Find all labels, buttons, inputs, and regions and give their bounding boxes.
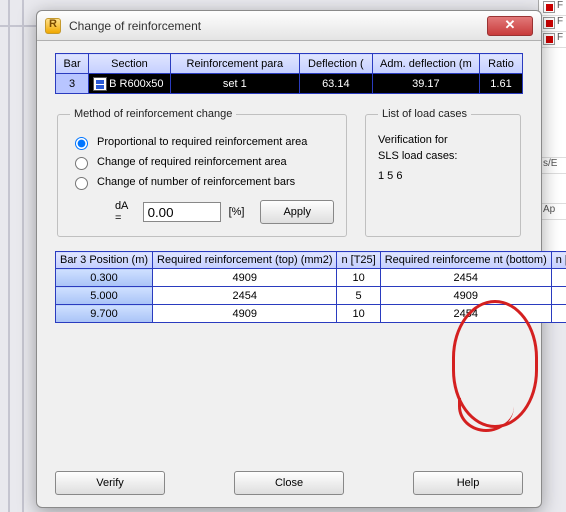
col-pos[interactable]: Bar 3 Position (m) <box>56 252 153 269</box>
table-row[interactable]: 5.000 2454 5 4909 10 2.89 40.375 <box>56 287 566 305</box>
table-row[interactable]: 3 B R600x50 set 1 63.14 39.17 1.61 <box>56 74 523 94</box>
table-header-row: Bar Section Reinforcement para Deflectio… <box>56 54 523 74</box>
table-header-row: Bar 3 Position (m) Required reinforcemen… <box>56 252 566 269</box>
cell-adm-deflection[interactable]: 39.17 <box>372 74 479 94</box>
col-adm-deflection[interactable]: Adm. deflection (m <box>372 54 479 74</box>
detail-table: Bar 3 Position (m) Required reinforcemen… <box>55 251 566 323</box>
dialog-change-of-reinforcement: Change of reinforcement ✕ Bar Section Re… <box>36 10 542 508</box>
table-row[interactable]: 9.700 4909 10 2454 5 2.89 40.113 <box>56 305 566 323</box>
col-nt1[interactable]: n [T25] <box>337 252 380 269</box>
radio-change-area[interactable]: Change of required reinforcement area <box>70 154 334 170</box>
col-reinf-param[interactable]: Reinforcement para <box>170 54 299 74</box>
radio-change-bars[interactable]: Change of number of reinforcement bars <box>70 174 334 190</box>
method-legend: Method of reinforcement change <box>70 108 236 120</box>
load-line1: Verification for <box>378 134 508 146</box>
cell-ratio[interactable]: 1.61 <box>479 74 522 94</box>
load-line2: SLS load cases: <box>378 150 508 162</box>
col-rbot[interactable]: Required reinforceme nt (bottom) <box>380 252 551 269</box>
close-button[interactable]: Close <box>234 471 344 495</box>
dialog-button-row: Verify Close Help <box>55 465 523 495</box>
calc-icon <box>93 77 107 91</box>
col-rtop[interactable]: Required reinforcement (top) (mm2) <box>153 252 337 269</box>
verify-button[interactable]: Verify <box>55 471 165 495</box>
apply-button[interactable]: Apply <box>260 200 334 224</box>
window-close-button[interactable]: ✕ <box>487 16 533 36</box>
col-nt2[interactable]: n [T25] <box>551 252 566 269</box>
window-title: Change of reinforcement <box>69 19 479 33</box>
method-group: Method of reinforcement change Proportio… <box>57 108 347 237</box>
titlebar[interactable]: Change of reinforcement ✕ <box>37 11 541 41</box>
app-icon <box>45 18 61 34</box>
cell-section[interactable]: B R600x50 <box>89 74 171 94</box>
load-cases-group: List of load cases Verification for SLS … <box>365 108 521 237</box>
col-bar[interactable]: Bar <box>56 54 89 74</box>
col-deflection[interactable]: Deflection ( <box>299 54 372 74</box>
load-values: 1 5 6 <box>378 170 508 182</box>
col-section[interactable]: Section <box>89 54 171 74</box>
radio-proportional[interactable]: Proportional to required reinforcement a… <box>70 134 334 150</box>
cell-bar[interactable]: 3 <box>56 74 89 94</box>
da-input[interactable] <box>143 202 221 222</box>
radio-proportional-input[interactable] <box>75 137 88 150</box>
da-unit: [%] <box>229 206 245 218</box>
da-label: dA = <box>115 200 135 224</box>
summary-table: Bar Section Reinforcement para Deflectio… <box>55 53 523 94</box>
load-legend: List of load cases <box>378 108 471 120</box>
help-button[interactable]: Help <box>413 471 523 495</box>
cell-deflection[interactable]: 63.14 <box>299 74 372 94</box>
col-ratio[interactable]: Ratio <box>479 54 522 74</box>
radio-change-bars-input[interactable] <box>75 177 88 190</box>
cell-set[interactable]: set 1 <box>170 74 299 94</box>
radio-change-area-input[interactable] <box>75 157 88 170</box>
table-row[interactable]: 0.300 4909 10 2454 5 2.89 40.113 <box>56 269 566 287</box>
